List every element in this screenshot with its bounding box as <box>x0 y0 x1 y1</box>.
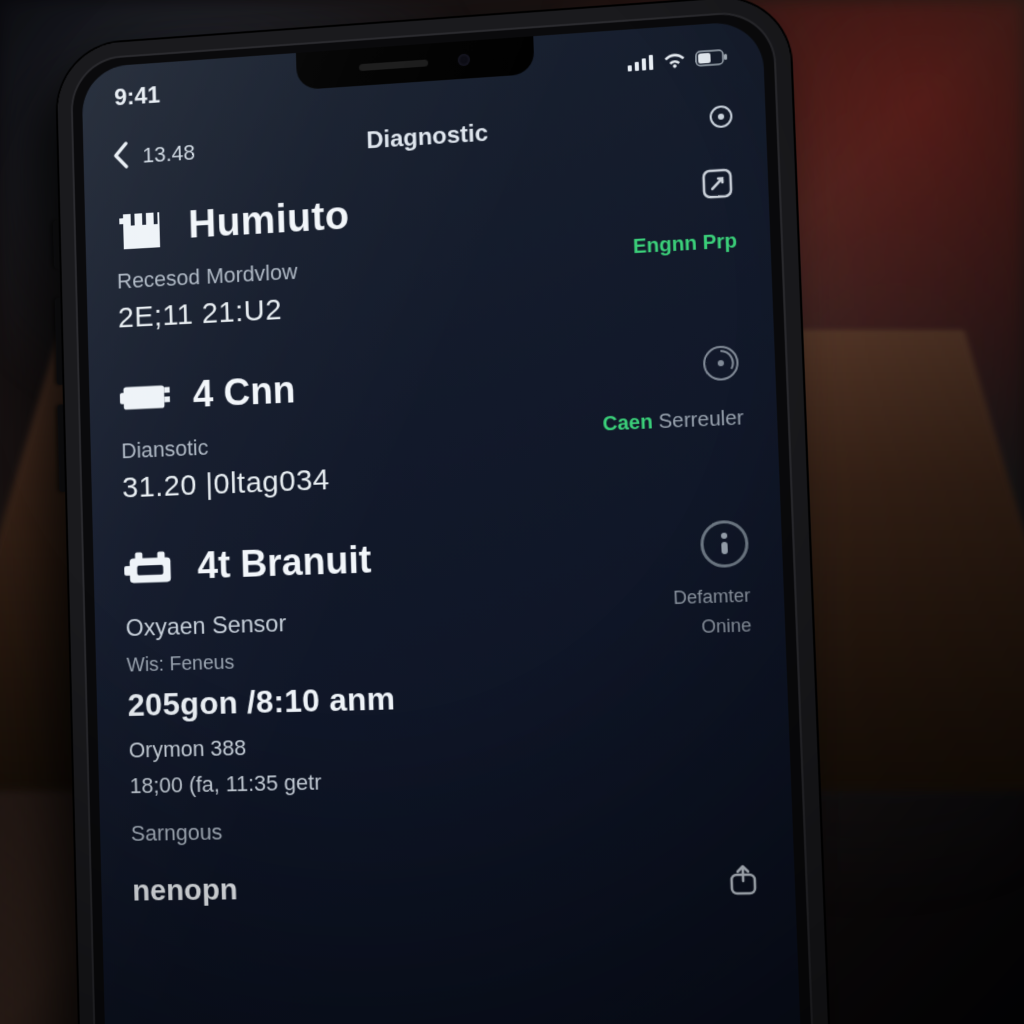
back-button[interactable] <box>112 140 130 175</box>
edit-icon <box>699 165 735 201</box>
section2-value: 31.20 |0ltag034 <box>122 463 330 505</box>
radar-icon <box>699 342 742 385</box>
nav-subvalue: 13.48 <box>142 140 195 169</box>
section-branuit[interactable]: 4t Branuit Oxyaen Sensor Wis: Feneus 205… <box>121 505 764 918</box>
section-4cnn[interactable]: 4 Cnn Diansotic 31.20 |0ltag034 Caen Ser… <box>117 327 748 511</box>
section2-right-a: Caen <box>602 411 653 435</box>
footer-label: Sarngous <box>131 810 760 847</box>
share-button[interactable] <box>725 862 762 906</box>
section3-line-b: 18;00 (fa, 11:35 getr <box>129 762 680 799</box>
section3-right-a: Defamter <box>673 581 751 613</box>
status-right <box>627 49 728 72</box>
status-time: 9:41 <box>114 82 160 112</box>
battery-module-icon <box>124 541 177 596</box>
section2-subline: Diansotic <box>121 430 329 465</box>
phone-screen: 9:41 13.48 Diagnostic <box>81 20 802 1024</box>
battery-icon <box>695 49 729 67</box>
section1-subline: Recesod Mordvlow <box>117 259 298 294</box>
section2-right: Caen Serreuler <box>602 397 744 437</box>
section3-value-main: 205gon /8:10 anm <box>127 673 677 724</box>
chevron-left-icon <box>112 140 130 170</box>
app-content: 13.48 Diagnostic Humiuto <box>83 82 803 1024</box>
device-icon <box>119 370 172 425</box>
section2-title: 4 Cnn <box>192 369 296 416</box>
section1-value: 2E;11 21:U2 <box>118 292 299 335</box>
cellular-icon <box>627 54 654 72</box>
page-title: Diagnostic <box>208 106 694 165</box>
wifi-icon <box>662 51 687 69</box>
section1-status: Engnn Prp <box>632 220 737 259</box>
section1-title: Humiuto <box>188 193 350 247</box>
edit-button[interactable] <box>699 165 736 206</box>
cta-button[interactable]: nenopn <box>132 873 238 908</box>
front-camera <box>458 54 470 67</box>
sensor-status-icon[interactable] <box>699 342 742 390</box>
speaker-grille <box>359 59 428 71</box>
target-icon <box>707 102 735 130</box>
nav-action-button[interactable] <box>707 102 735 135</box>
share-icon <box>725 862 762 898</box>
section3-right: Defamter Onine <box>673 575 752 643</box>
phone-device: 9:41 13.48 Diagnostic <box>56 0 831 1024</box>
section3-sublabel: Wis: Feneus <box>126 639 675 678</box>
bottom-cta-row: nenopn <box>132 862 762 912</box>
section3-right-b: Onine <box>674 611 752 643</box>
info-button[interactable] <box>700 520 750 569</box>
oxygen-sensor-label: Oxyaen Sensor <box>125 598 674 643</box>
info-icon <box>715 531 735 556</box>
section2-right-b: Serreuler <box>658 407 744 433</box>
fortress-icon <box>115 200 168 256</box>
section3-line-a: Orymon 388 <box>128 725 678 763</box>
section3-title: 4t Branuit <box>197 539 372 588</box>
